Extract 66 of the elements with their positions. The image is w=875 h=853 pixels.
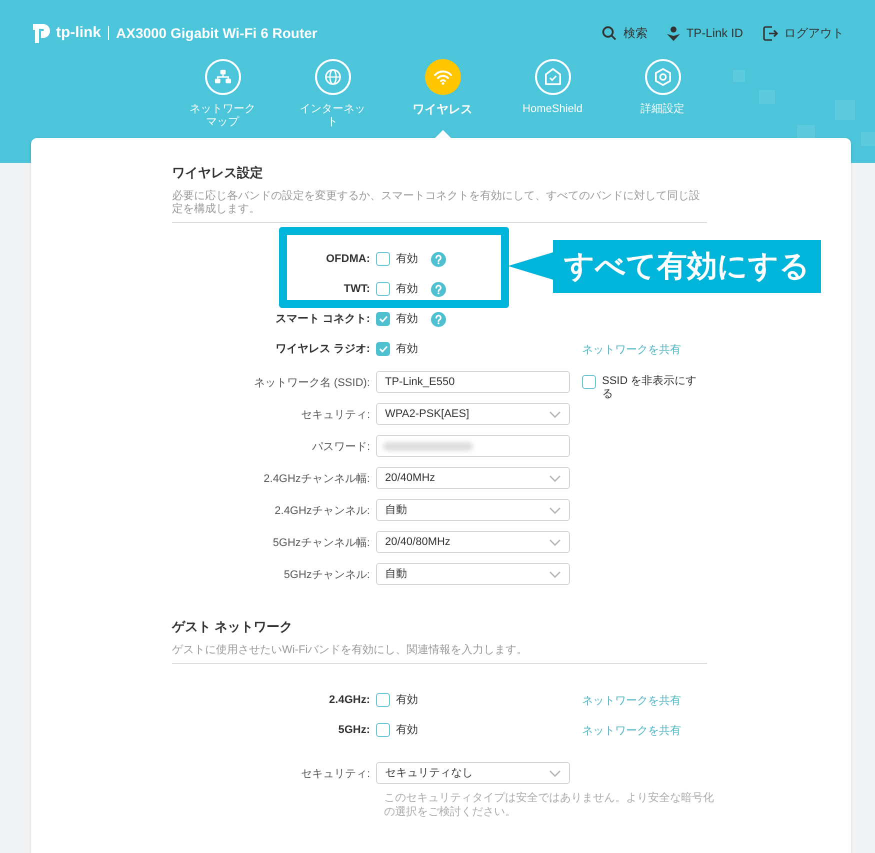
checkbox[interactable] — [376, 342, 390, 356]
text-field[interactable]: TP-Link_E550 — [376, 371, 570, 393]
chevron-down-icon — [549, 506, 561, 514]
section-title: ワイヤレス設定 — [172, 164, 264, 182]
help-icon[interactable] — [431, 312, 446, 327]
dropdown[interactable]: 20/40/80MHz — [376, 531, 570, 553]
section-title: ゲスト ネットワーク — [172, 618, 294, 636]
field-label: 2.4GHz: — [328, 693, 370, 708]
field-label: 5GHzチャンネル幅: — [272, 536, 370, 551]
help-icon[interactable] — [431, 282, 446, 297]
chevron-down-icon — [549, 538, 561, 546]
checkbox[interactable] — [376, 693, 390, 708]
password-field[interactable] — [376, 435, 570, 457]
field-label: 2.4GHzチャンネル: — [274, 504, 370, 519]
header-link[interactable]: 検索 — [602, 24, 648, 42]
dropdown[interactable]: 自動 — [376, 563, 570, 585]
field-label: 5GHzチャンネル: — [282, 568, 370, 583]
field-label: 2.4GHzチャンネル幅: — [262, 472, 370, 487]
field-label: スマート コネクト: — [274, 312, 370, 327]
checkbox[interactable] — [376, 252, 390, 266]
map-icon — [204, 59, 240, 95]
field-label: セキュリティ: — [300, 408, 370, 423]
checkbox[interactable] — [376, 723, 390, 738]
dropdown[interactable]: 20/40MHz — [376, 467, 570, 489]
search-icon — [602, 26, 618, 40]
checkbox[interactable] — [376, 312, 390, 326]
shield-icon — [534, 59, 570, 95]
checkbox-label: 有効 — [396, 342, 418, 357]
person-icon — [667, 26, 680, 40]
checkbox-label: 有効 — [396, 693, 418, 708]
field-label: TWT: — [342, 282, 370, 297]
header-link[interactable]: TP-Link ID — [667, 24, 743, 42]
field-label: パスワード: — [310, 440, 370, 455]
globe-icon — [314, 59, 350, 95]
chevron-down-icon — [549, 570, 561, 578]
checkbox-label: 有効 — [396, 723, 418, 738]
chevron-down-icon — [549, 474, 561, 482]
checkbox-label: 有効 — [396, 282, 418, 297]
dropdown[interactable]: セキュリティなし — [376, 762, 570, 784]
checkmark-icon — [378, 345, 388, 354]
field-label: ネットワーク名 (SSID): — [252, 376, 370, 391]
wifi-icon — [424, 59, 460, 95]
logo-text: tp-link — [56, 22, 101, 43]
checkbox-label: SSID を非表示にする — [602, 375, 698, 401]
section-description: ゲストに使用させたいWi-Fiバンドを有効にし、関連情報を入力します。 — [172, 644, 707, 664]
header-link[interactable]: ログアウト — [763, 24, 844, 42]
field-label: ワイヤレス ラジオ: — [274, 342, 370, 357]
product-title: AX3000 Gigabit Wi-Fi 6 Router — [116, 24, 318, 43]
dropdown[interactable]: 自動 — [376, 499, 570, 521]
checkbox-label: 有効 — [396, 252, 418, 267]
chevron-down-icon — [549, 410, 561, 418]
callout-label: すべて有効にする — [553, 240, 821, 293]
checkbox[interactable] — [376, 282, 390, 296]
checkbox-label: 有効 — [396, 312, 418, 327]
dropdown[interactable]: WPA2-PSK[AES] — [376, 403, 570, 425]
gear-icon — [644, 59, 680, 95]
field-label: 5GHz: — [337, 723, 370, 738]
chevron-down-icon — [549, 770, 561, 776]
section-description: 必要に応じ各バンドの設定を変更するか、スマートコネクトを有効にして、すべてのバンドに対して同じ設定を構成します。 — [172, 190, 707, 223]
checkmark-icon — [378, 315, 388, 324]
field-label: OFDMA: — [325, 252, 370, 267]
field-label: セキュリティ: — [300, 767, 370, 782]
warning-note: このセキュリティタイプは安全ではありません。より安全な暗号化の選択をご検討ください。 — [384, 791, 714, 819]
help-icon[interactable] — [431, 252, 446, 267]
checkbox[interactable] — [582, 375, 596, 389]
logout-icon — [763, 26, 778, 40]
